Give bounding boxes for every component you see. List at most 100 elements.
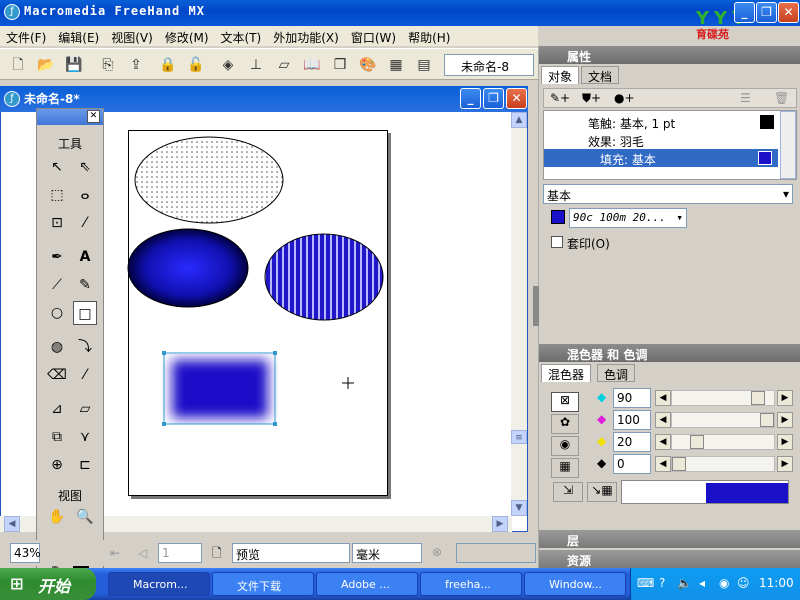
delete-icon[interactable]: 🗑 bbox=[774, 91, 789, 105]
perspective-tool-icon[interactable]: ⊿ bbox=[45, 397, 69, 421]
taskbar-item-windows-media[interactable]: Window... bbox=[524, 572, 626, 596]
scroll-down-icon[interactable]: ▼ bbox=[511, 500, 527, 516]
antivirus-icon[interactable]: ◉ bbox=[719, 576, 729, 590]
hand-tool-icon[interactable]: ✋ bbox=[45, 505, 69, 529]
add-stroke-icon[interactable]: ✎+ bbox=[550, 91, 570, 105]
pencil-tool-icon[interactable]: ✎ bbox=[73, 273, 97, 297]
black-decrease-icon[interactable]: ◀ bbox=[655, 456, 671, 472]
dotted-ellipse[interactable] bbox=[134, 136, 284, 224]
hls-mode-icon[interactable]: ◉ bbox=[551, 436, 579, 456]
first-page-icon[interactable]: ⇤ bbox=[110, 546, 120, 560]
system-color-icon[interactable]: ▦ bbox=[551, 458, 579, 478]
tree-scrollbar[interactable] bbox=[780, 111, 796, 179]
scroll-thumb[interactable]: ≡ bbox=[511, 430, 527, 444]
magenta-increase-icon[interactable]: ▶ bbox=[777, 412, 793, 428]
eyedropper-tool-icon[interactable]: ⁄ bbox=[73, 211, 97, 235]
prev-page-icon[interactable]: ◁ bbox=[138, 546, 147, 560]
tree-item-selected[interactable]: 填充: 基本 bbox=[544, 149, 778, 167]
minimize-button[interactable]: _ bbox=[734, 2, 755, 23]
preview-mode-select[interactable]: 预览 bbox=[232, 543, 350, 563]
network-icon[interactable]: ◂ bbox=[699, 576, 705, 590]
page-number-field[interactable]: 1 bbox=[158, 543, 202, 563]
yellow-slider-thumb[interactable] bbox=[690, 435, 704, 449]
pointer-tool-icon[interactable]: ↖ bbox=[45, 155, 69, 179]
scale-tool-icon[interactable]: ⊡ bbox=[45, 211, 69, 235]
selection-handle[interactable] bbox=[273, 351, 277, 355]
striped-ellipse[interactable] bbox=[264, 233, 384, 321]
mirror-tool-icon[interactable]: ⋎ bbox=[73, 425, 97, 449]
cyan-slider-track[interactable] bbox=[671, 390, 775, 406]
assets-panel-header[interactable]: 资源 bbox=[539, 550, 800, 568]
yellow-value-field[interactable]: 20 bbox=[613, 432, 651, 452]
add-effect-icon[interactable]: ●+ bbox=[614, 91, 635, 105]
keyboard-icon[interactable]: ⌨ bbox=[637, 576, 654, 590]
knife-tool-icon[interactable]: ⤵ bbox=[73, 335, 97, 359]
vertical-scrollbar[interactable]: ▲ ≡ ▼ bbox=[511, 112, 527, 516]
magenta-slider-track[interactable] bbox=[671, 412, 775, 428]
taskbar-item-adobe[interactable]: Adobe ... bbox=[316, 572, 418, 596]
line-tool-icon[interactable]: ⟋ bbox=[45, 273, 69, 297]
black-value-field[interactable]: 0 bbox=[613, 454, 651, 474]
tools-close-icon[interactable]: ✕ bbox=[87, 110, 100, 123]
yellow-decrease-icon[interactable]: ◀ bbox=[655, 434, 671, 450]
zoom-field[interactable]: 43% bbox=[10, 543, 41, 563]
black-slider-thumb[interactable] bbox=[672, 457, 686, 471]
color-name-select[interactable]: 90c 100m 20... ▾ bbox=[569, 208, 687, 228]
reflect-tool-icon[interactable]: ⧉ bbox=[45, 425, 69, 449]
magenta-decrease-icon[interactable]: ◀ bbox=[655, 412, 671, 428]
overprint-checkbox[interactable] bbox=[551, 236, 563, 248]
gradient-ellipse[interactable] bbox=[127, 228, 249, 308]
magenta-value-field[interactable]: 100 bbox=[613, 410, 651, 430]
close-button[interactable]: ✕ bbox=[778, 2, 799, 23]
taskbar-item-download[interactable]: 文件下载 bbox=[212, 572, 314, 596]
help-icon[interactable]: ? bbox=[659, 576, 665, 590]
stroke-swatch[interactable] bbox=[760, 115, 774, 129]
scroll-right-icon[interactable]: ▶ bbox=[492, 516, 508, 532]
taskbar-item-freehand[interactable]: Macrom... bbox=[108, 572, 210, 596]
ellipse-tool-icon[interactable]: ○ bbox=[45, 301, 69, 325]
freeform-tool-icon[interactable]: ◍ bbox=[45, 335, 69, 359]
selection-handle[interactable] bbox=[162, 351, 166, 355]
taskbar-item-freehand-doc[interactable]: freeha... bbox=[420, 572, 522, 596]
chart-tool-icon[interactable]: ⊏ bbox=[73, 453, 97, 477]
rectangle-tool-icon[interactable]: □ bbox=[73, 301, 97, 325]
tab-object[interactable]: 对象 bbox=[541, 66, 580, 84]
cyan-decrease-icon[interactable]: ◀ bbox=[655, 390, 671, 406]
layers-panel-header[interactable]: 层 bbox=[539, 530, 800, 548]
scroll-up-icon[interactable]: ▲ bbox=[511, 112, 527, 128]
connector-tool-icon[interactable]: ⊕ bbox=[45, 453, 69, 477]
lasso-tool-icon[interactable]: ⴰ bbox=[73, 183, 97, 207]
cyan-increase-icon[interactable]: ▶ bbox=[777, 390, 793, 406]
maximize-button[interactable]: ❐ bbox=[756, 2, 777, 23]
feathered-rectangle[interactable] bbox=[172, 360, 268, 418]
fill-type-select[interactable]: 基本 ▾ bbox=[543, 184, 793, 204]
pen-tool-icon[interactable]: ✒ bbox=[45, 245, 69, 269]
yellow-slider-track[interactable] bbox=[671, 434, 775, 450]
start-button[interactable]: ⊞ 开始 bbox=[0, 568, 96, 600]
skew-tool-icon[interactable]: ▱ bbox=[73, 397, 97, 421]
add-to-swatches-icon[interactable]: ⇲ bbox=[553, 482, 583, 502]
tree-item-stroke[interactable]: 笔触: 基本, 1 pt bbox=[588, 115, 675, 132]
rgb-mode-icon[interactable]: ✿ bbox=[551, 414, 579, 434]
magenta-slider-thumb[interactable] bbox=[760, 413, 774, 427]
selection-handle[interactable] bbox=[273, 422, 277, 426]
subselect-tool-icon[interactable]: ⇖ bbox=[73, 155, 97, 179]
page-tool-icon[interactable]: ⬚ bbox=[45, 183, 69, 207]
color-preview[interactable] bbox=[621, 480, 789, 504]
panel-collapse-handle[interactable] bbox=[533, 286, 539, 326]
fill-swatch[interactable] bbox=[758, 151, 772, 165]
volume-icon[interactable]: 🔈 bbox=[677, 576, 692, 590]
black-increase-icon[interactable]: ▶ bbox=[777, 456, 793, 472]
eraser-tool-icon[interactable]: ⌫ bbox=[45, 363, 69, 387]
tree-item-effect[interactable]: 效果: 羽毛 bbox=[588, 133, 644, 150]
text-tool-icon[interactable]: A bbox=[73, 245, 97, 269]
add-fill-icon[interactable]: ⛊+ bbox=[582, 91, 601, 106]
messenger-icon[interactable]: ☺ bbox=[737, 576, 750, 590]
selection-handle[interactable] bbox=[162, 422, 166, 426]
brush-tool-icon[interactable]: ⁄ bbox=[73, 363, 97, 387]
tab-tints[interactable]: 色调 bbox=[597, 364, 636, 382]
cancel-render-icon[interactable]: ⊗ bbox=[432, 545, 442, 559]
zoom-tool-icon[interactable]: 🔍 bbox=[73, 505, 97, 529]
yellow-increase-icon[interactable]: ▶ bbox=[777, 434, 793, 450]
scroll-left-icon[interactable]: ◀ bbox=[4, 516, 20, 532]
